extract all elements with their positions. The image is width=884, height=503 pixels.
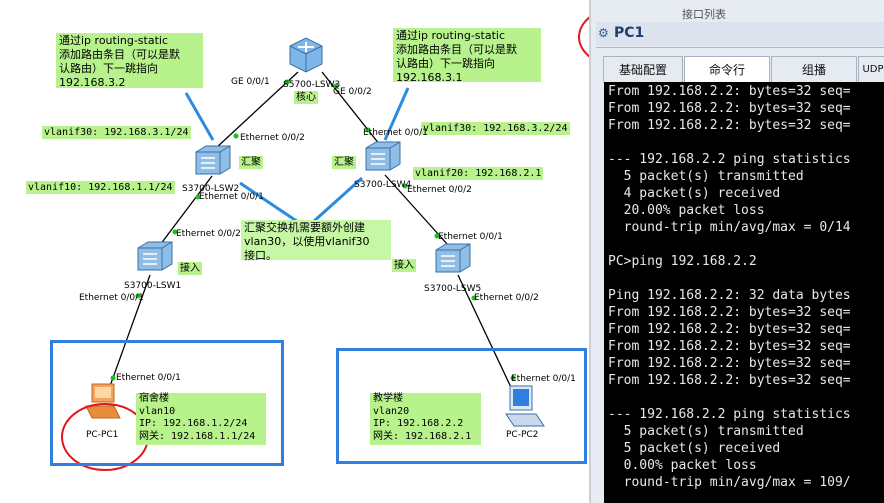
building-name: 宿舍楼 [139,393,169,404]
terminal-line: round-trip min/avg/max = 109/ [608,475,851,490]
pc-window-title: PC1 [614,25,645,41]
port-label: Ethernet 0/0/1 [79,293,144,303]
dorm-host-info: 宿舍楼 vlan10 IP: 192.168.1.2/24 网关: 192.16… [136,393,266,445]
port-label: Ethernet 0/0/2 [474,293,539,303]
host-gateway: 网关: 192.168.1.1/24 [139,430,256,442]
host-vlan: vlan10 [139,405,176,417]
note-line: 认路由）下一跳指向 [59,62,158,75]
terminal-line: --- 192.168.2.2 ping statistics [608,407,851,422]
terminal-line: round-trip min/avg/max = 0/14 [608,220,851,235]
note-line: 汇聚交换机需要额外创建 [244,221,365,234]
port-label: Ethernet 0/0/1 [363,128,428,138]
host-ip: IP: 192.168.1.2/24 [139,418,248,429]
terminal-line: 5 packet(s) transmitted [608,169,804,184]
host-gateway: 网关: 192.168.2.1 [373,430,472,442]
lsw2-vlanif30-label: vlanif30: 192.168.3.1/24 [42,126,191,139]
lsw4-role-label: 汇聚 [332,156,356,169]
lsw1-device-name: S3700-LSW1 [124,281,182,291]
note-line: 192.168.3.2 [59,76,126,89]
lsw4-switch-icon [365,141,401,171]
terminal-line: 20.00% packet loss [608,203,765,218]
note-line: 192.168.3.1 [396,71,463,84]
pc-window-icon: ⚙ [598,26,609,40]
terminal-line: From 192.168.2.2: bytes=32 seq= [608,305,851,320]
terminal-line: 4 packet(s) received [608,186,781,201]
note-line: 认路由）下一跳指向 [396,57,495,70]
port-label: Ethernet 0/0/2 [176,229,241,239]
port-label: Ethernet 0/0/2 [407,185,472,195]
note-line: 接口。 [244,249,277,262]
terminal-line: Ping 192.168.2.2: 32 data bytes [608,288,851,303]
lsw2-vlanif10-label: vlanif10: 192.168.1.1/24 [26,181,175,194]
command-terminal[interactable]: From 192.168.2.2: bytes=32 seq= From 192.… [604,82,884,503]
terminal-line: From 192.168.2.2: bytes=32 seq= [608,101,851,116]
lsw4-vlanif20-label: vlanif20: 192.168.2.1 [413,167,544,180]
host-vlan: vlan20 [373,405,410,417]
core-role-label: 核心 [294,91,318,104]
port-label: Ethernet 0/0/1 [438,232,503,242]
building-name: 教学楼 [373,393,403,404]
lsw1-switch-icon [137,241,173,271]
left-route-note: 通过ip routing-static 添加路由条目（可以是默 认路由）下一跳指… [56,33,203,89]
tab-udp-send[interactable]: UDP发 [858,56,884,82]
lsw2-switch-icon [195,145,231,175]
lsw4-device-name: S3700-LSW4 [354,180,412,190]
interface-list-tab[interactable]: 接口列表 [682,6,884,22]
teach-host-info: 教学楼 vlan20 IP: 192.168.2.2 网关: 192.168.2… [370,393,481,445]
note-line: 通过ip routing-static [59,34,169,47]
lsw4-vlanif30-label: vlanif30: 192.168.3.2/24 [421,122,570,135]
lsw5-device-name: S3700-LSW5 [424,284,482,294]
pc1-titlebar: ⚙ PC1 [596,22,884,46]
note-line: 添加路由条目（可以是默 [59,48,180,61]
vlanif-note: 汇聚交换机需要额外创建 vlan30，以使用vlanif30 接口。 [241,220,391,262]
tab-multicast[interactable]: 组播 [771,56,857,82]
terminal-line: From 192.168.2.2: bytes=32 seq= [608,322,851,337]
terminal-line: PC>ping 192.168.2.2 [608,254,757,269]
core-switch-icon [289,37,323,73]
lsw1-role-label: 接入 [178,262,202,275]
tab-basic-config[interactable]: 基础配置 [603,56,683,82]
lsw2-role-label: 汇聚 [239,156,263,169]
terminal-line: From 192.168.2.2: bytes=32 seq= [608,118,851,133]
terminal-line: From 192.168.2.2: bytes=32 seq= [608,356,851,371]
terminal-line: From 192.168.2.2: bytes=32 seq= [608,373,851,388]
note-line: 添加路由条目（可以是默 [396,43,517,56]
note-line: 通过ip routing-static [396,29,506,42]
port-label: GE 0/0/2 [333,87,372,97]
host-ip: IP: 192.168.2.2 [373,418,464,429]
terminal-line: 5 packet(s) received [608,441,781,456]
terminal-line: From 192.168.2.2: bytes=32 seq= [608,339,851,354]
terminal-line: From 192.168.2.2: bytes=32 seq= [608,84,851,99]
core-device-name: S5700-LSW3 [283,80,341,90]
port-label: Ethernet 0/0/1 [199,192,264,202]
port-label: Ethernet 0/0/2 [240,133,305,143]
note-line: vlan30，以使用vlanif30 [244,235,370,248]
terminal-line: 0.00% packet loss [608,458,757,473]
window-border [589,0,591,503]
right-route-note: 通过ip routing-static 添加路由条目（可以是默 认路由）下一跳指… [393,28,541,84]
pc-tab-strip: 基础配置 命令行 组播 UDP发 [603,56,884,82]
terminal-line: 5 packet(s) transmitted [608,424,804,439]
terminal-line: --- 192.168.2.2 ping statistics [608,152,851,167]
tab-command-line[interactable]: 命令行 [684,56,770,82]
lsw5-role-label: 接入 [392,259,416,272]
title-divider [596,47,884,48]
port-label: GE 0/0/1 [231,77,270,87]
lsw5-switch-icon [435,243,471,273]
